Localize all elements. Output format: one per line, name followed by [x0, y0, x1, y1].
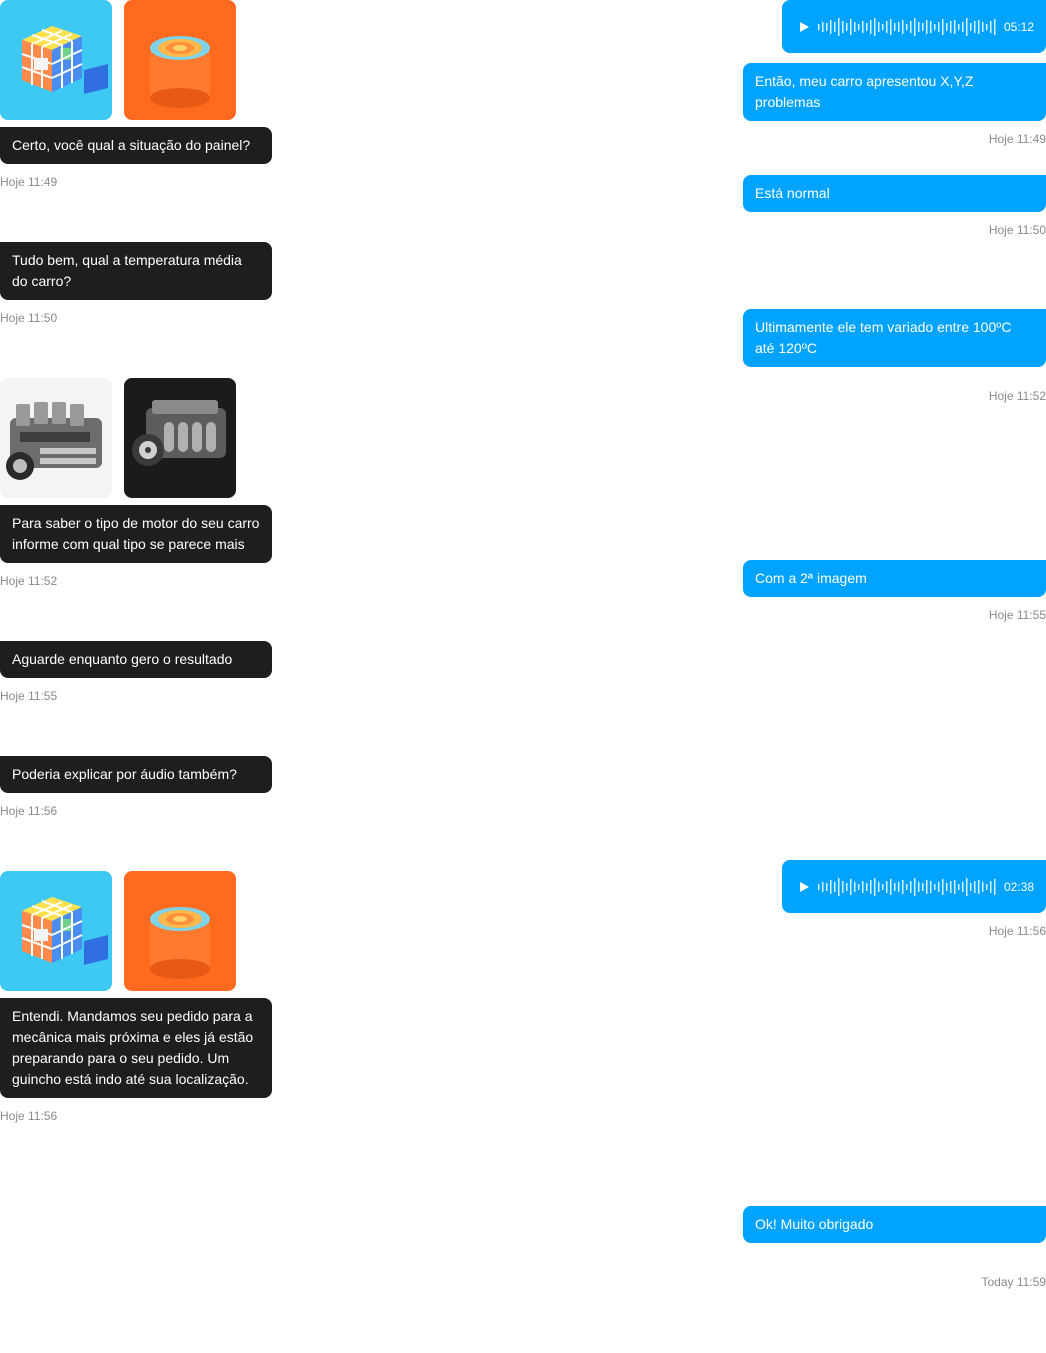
incoming-message: Aguarde enquanto gero o resultado	[0, 641, 272, 678]
attachment-image-rubiks-cube[interactable]	[0, 0, 112, 120]
play-icon[interactable]	[798, 21, 810, 33]
attachment-image-cylinder[interactable]	[124, 871, 236, 991]
attachment-image-rubiks-cube[interactable]	[0, 871, 112, 991]
engine-photo-icon	[124, 378, 236, 498]
audio-duration: 05:12	[1003, 19, 1034, 34]
outgoing-message: Está normal	[743, 175, 1046, 212]
play-icon[interactable]	[798, 881, 810, 893]
incoming-message: Tudo bem, qual a temperatura média do ca…	[0, 242, 272, 300]
incoming-message: Certo, você qual a situação do painel?	[0, 127, 272, 164]
incoming-message: Poderia explicar por áudio também?	[0, 756, 272, 793]
engine-photo-icon	[0, 378, 112, 498]
message-timestamp: Hoje 11:50	[0, 311, 58, 325]
message-timestamp: Hoje 11:55	[0, 689, 58, 703]
message-timestamp: Today 11:59	[981, 1275, 1046, 1289]
message-timestamp: Hoje 11:50	[988, 223, 1046, 237]
waveform-icon[interactable]	[818, 877, 998, 897]
attachment-image-engine-2[interactable]	[124, 378, 236, 498]
audio-message[interactable]: 02:38	[782, 860, 1046, 913]
orange-cylinder-image-icon	[124, 871, 236, 991]
message-timestamp: Hoje 11:56	[988, 924, 1046, 938]
outgoing-message: Ok! Muito obrigado	[743, 1206, 1046, 1243]
orange-cylinder-image-icon	[124, 0, 236, 120]
rubiks-cube-image-icon	[0, 871, 112, 991]
rubiks-cube-image-icon	[0, 0, 112, 120]
message-timestamp: Hoje 11:49	[0, 175, 58, 189]
audio-message[interactable]: 05:12	[782, 0, 1046, 53]
outgoing-message: Então, meu carro apresentou X,Y,Z proble…	[743, 63, 1046, 121]
incoming-message: Entendi. Mandamos seu pedido para a mecâ…	[0, 998, 272, 1098]
message-timestamp: Hoje 11:52	[0, 574, 58, 588]
outgoing-message: Com a 2ª imagem	[743, 560, 1046, 597]
outgoing-message: Ultimamente ele tem variado entre 100ºC …	[743, 309, 1046, 367]
attachment-image-engine-1[interactable]	[0, 378, 112, 498]
waveform-icon[interactable]	[818, 17, 998, 37]
message-timestamp: Hoje 11:52	[988, 389, 1046, 403]
incoming-message: Para saber o tipo de motor do seu carro …	[0, 505, 272, 563]
message-timestamp: Hoje 11:56	[0, 804, 58, 818]
message-timestamp: Hoje 11:49	[988, 132, 1046, 146]
audio-duration: 02:38	[1003, 879, 1034, 894]
message-timestamp: Hoje 11:55	[988, 608, 1046, 622]
message-timestamp: Hoje 11:56	[0, 1109, 58, 1123]
attachment-image-cylinder[interactable]	[124, 0, 236, 120]
